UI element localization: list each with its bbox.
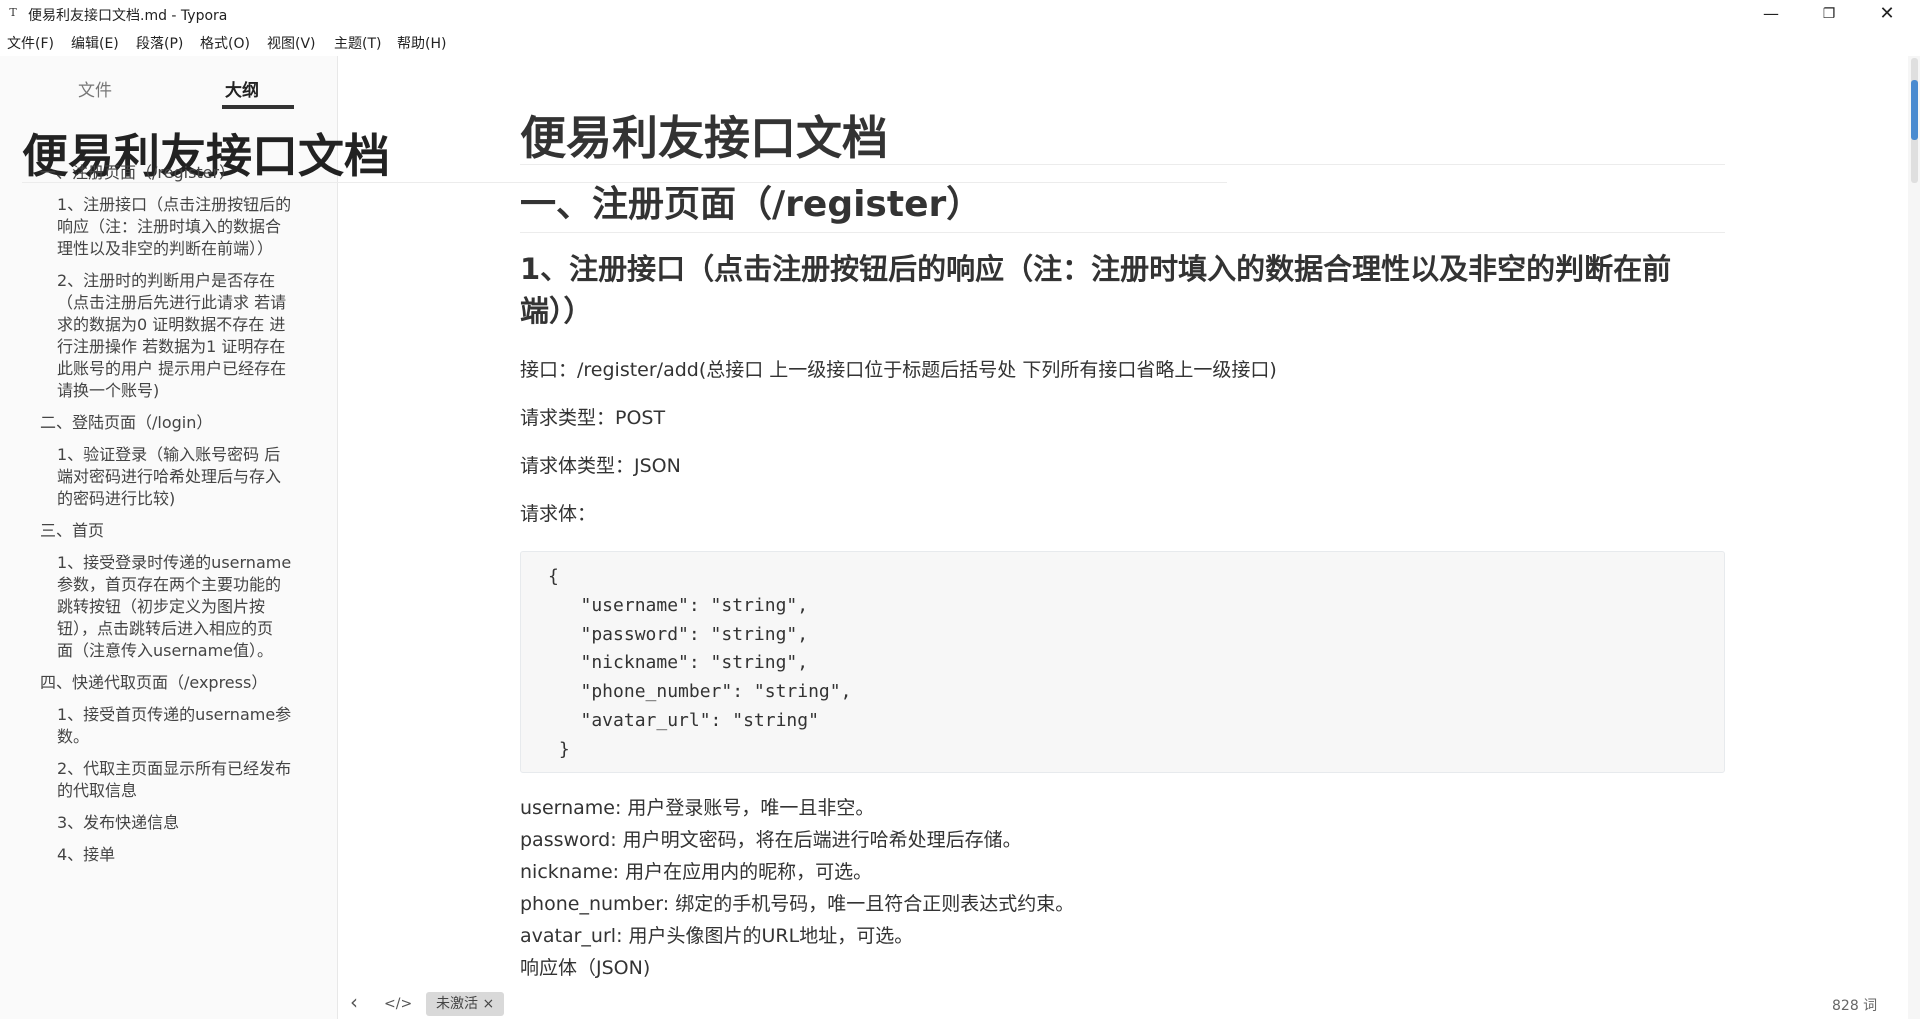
outline-line: （点击注册后先进行此请求 若请	[57, 293, 287, 312]
field-desc-nickname[interactable]: nickname: 用户在应用内的昵称，可选。	[520, 858, 872, 886]
active-tab-indicator	[222, 105, 294, 109]
code-line: "avatar_url": "string"	[548, 710, 819, 731]
field-desc-avatar[interactable]: avatar_url: 用户头像图片的URL地址，可选。	[520, 922, 913, 950]
tab-outline[interactable]: 大纲	[168, 76, 316, 101]
restore-button[interactable]: ❐	[1800, 0, 1858, 28]
outline-line: 2、代取主页面显示所有已经发布	[57, 759, 292, 778]
outline-item-express[interactable]: 四、快递代取页面（/express）	[40, 672, 267, 694]
sidebar: 文件 大纲 便易利友接口文档 一、注册页面（/register） 1、注册接口（…	[0, 56, 1227, 1019]
close-button[interactable]: ✕	[1858, 0, 1916, 28]
outline-line: 响应（注：注册时填入的数据合	[57, 217, 282, 236]
outline-item-accept-order[interactable]: 4、接单	[57, 844, 115, 866]
outline-line: 钮），点击跳转后进入相应的页	[57, 619, 274, 638]
doc-title-heading[interactable]: 便易利友接口文档	[520, 112, 1725, 165]
outline-item-home-params[interactable]: 1、接受登录时传递的username 参数，首页存在两个主要功能的 跳转按钮（初…	[57, 552, 291, 662]
request-body-label[interactable]: 请求体：	[520, 500, 596, 528]
outline-item-express-list[interactable]: 2、代取主页面显示所有已经发布 的代取信息	[57, 758, 291, 802]
outline-line: 的密码进行比较)	[57, 489, 176, 508]
register-section-heading[interactable]: 一、注册页面（/register）	[520, 184, 1725, 233]
outline-line: 端对密码进行哈希处理后与存入	[57, 467, 282, 486]
word-count[interactable]: 828 词	[1832, 995, 1877, 1015]
outline-line: 参数，首页存在两个主要功能的	[57, 575, 282, 594]
outline-item-publish-express[interactable]: 3、发布快递信息	[57, 812, 179, 834]
toggle-sidebar-icon[interactable]: ‹	[350, 990, 358, 1014]
outline-line: 1、注册接口（点击注册按钮后的	[57, 195, 292, 214]
outline-line: 请换一个账号)	[57, 381, 160, 400]
typora-app-icon: T	[9, 6, 17, 19]
outline-line: 跳转按钮（初步定义为图片按	[57, 597, 266, 616]
outline-line: 求的数据为0 证明数据不存在 进	[57, 315, 286, 334]
outline-line: 的代取信息	[57, 781, 138, 800]
window-title: 便易利友接口文档.md - Typora	[28, 8, 228, 24]
code-line: }	[548, 739, 570, 760]
outline-line: 1、接受登录时传递的username	[57, 553, 292, 572]
outline-item-check-user[interactable]: 2、注册时的判断用户是否存在 （点击注册后先进行此请求 若请 求的数据为0 证明…	[57, 270, 286, 402]
outline-item-express-params[interactable]: 1、接受首页传递的username参 数。	[57, 704, 291, 748]
request-body-code-block[interactable]: { "username": "string", "password": "str…	[520, 551, 1725, 773]
outline-line: 2、注册时的判断用户是否存在	[57, 271, 276, 290]
outline-item-register[interactable]: 一、注册页面（/register）	[40, 162, 235, 184]
heading-line: 1、注册接口（点击注册按钮后的响应（注：注册时填入的数据合理性以及非空的判断在前	[520, 252, 1672, 286]
source-code-mode-icon[interactable]: </>	[384, 996, 412, 1012]
outline-item-verify-login[interactable]: 1、验证登录（输入账号密码 后 端对密码进行哈希处理后与存入 的密码进行比较)	[57, 444, 281, 510]
editor-area[interactable]: 便易利友接口文档 一、注册页面（/register） 1、注册接口（点击注册按钮…	[338, 56, 1908, 991]
outline-line: 数。	[57, 727, 90, 746]
activation-status-badge[interactable]: 未激活 ×	[426, 992, 505, 1016]
code-line: "password": "string",	[548, 624, 809, 645]
response-body-label[interactable]: 响应体（JSON)	[520, 954, 650, 982]
code-line: "phone_number": "string",	[548, 681, 852, 702]
outline-line: 1、验证登录（输入账号密码 后	[57, 445, 281, 464]
outline-line: 此账号的用户 提示用户已经存在	[57, 359, 287, 378]
field-desc-username[interactable]: username: 用户登录账号，唯一且非空。	[520, 794, 874, 822]
outline-item-login[interactable]: 二、登陆页面（/login）	[40, 412, 212, 434]
outline-line: 面（注意传入username值）。	[57, 641, 273, 660]
heading-line: 端））	[520, 294, 593, 328]
menu-edit[interactable]: 编辑(E)	[71, 33, 119, 53]
status-bar: ‹ </> 未激活 × 828 词	[338, 990, 1908, 1019]
code-line: {	[548, 566, 559, 587]
field-desc-password[interactable]: password: 用户明文密码，将在后端进行哈希处理后存储。	[520, 826, 1022, 854]
request-body-type-text[interactable]: 请求体类型：JSON	[520, 452, 681, 480]
menu-theme[interactable]: 主题(T)	[334, 33, 381, 53]
api-endpoint-text[interactable]: 接口：/register/add(总接口 上一级接口位于标题后括号处 下列所有接…	[520, 356, 1277, 384]
outline-line: 行注册操作 若数据为1 证明存在	[57, 337, 286, 356]
menu-view[interactable]: 视图(V)	[267, 33, 316, 53]
vertical-scrollbar[interactable]	[1908, 56, 1920, 1019]
menu-help[interactable]: 帮助(H)	[397, 33, 446, 53]
register-api-heading[interactable]: 1、注册接口（点击注册按钮后的响应（注：注册时填入的数据合理性以及非空的判断在前…	[520, 248, 1725, 332]
menu-file[interactable]: 文件(F)	[7, 33, 54, 53]
tab-files[interactable]: 文件	[21, 76, 169, 101]
code-line: "nickname": "string",	[548, 652, 809, 673]
menu-paragraph[interactable]: 段落(P)	[136, 33, 183, 53]
minimize-button[interactable]: —	[1742, 0, 1800, 28]
scrollbar-thumb[interactable]	[1911, 80, 1918, 140]
title-bar: T 便易利友接口文档.md - Typora — ❐ ✕	[0, 0, 1920, 28]
code-line: "username": "string",	[548, 595, 809, 616]
outline-item-home[interactable]: 三、首页	[40, 520, 104, 542]
outline-line: 理性以及非空的判断在前端））	[57, 239, 274, 258]
outline-line: 1、接受首页传递的username参	[57, 705, 292, 724]
menu-format[interactable]: 格式(O)	[200, 33, 250, 53]
outline-item-register-api[interactable]: 1、注册接口（点击注册按钮后的 响应（注：注册时填入的数据合 理性以及非空的判断…	[57, 194, 291, 260]
request-method-text[interactable]: 请求类型：POST	[520, 404, 665, 432]
field-desc-phone[interactable]: phone_number: 绑定的手机号码，唯一且符合正则表达式约束。	[520, 890, 1074, 918]
menu-bar: 文件(F) 编辑(E) 段落(P) 格式(O) 视图(V) 主题(T) 帮助(H…	[0, 28, 1920, 56]
